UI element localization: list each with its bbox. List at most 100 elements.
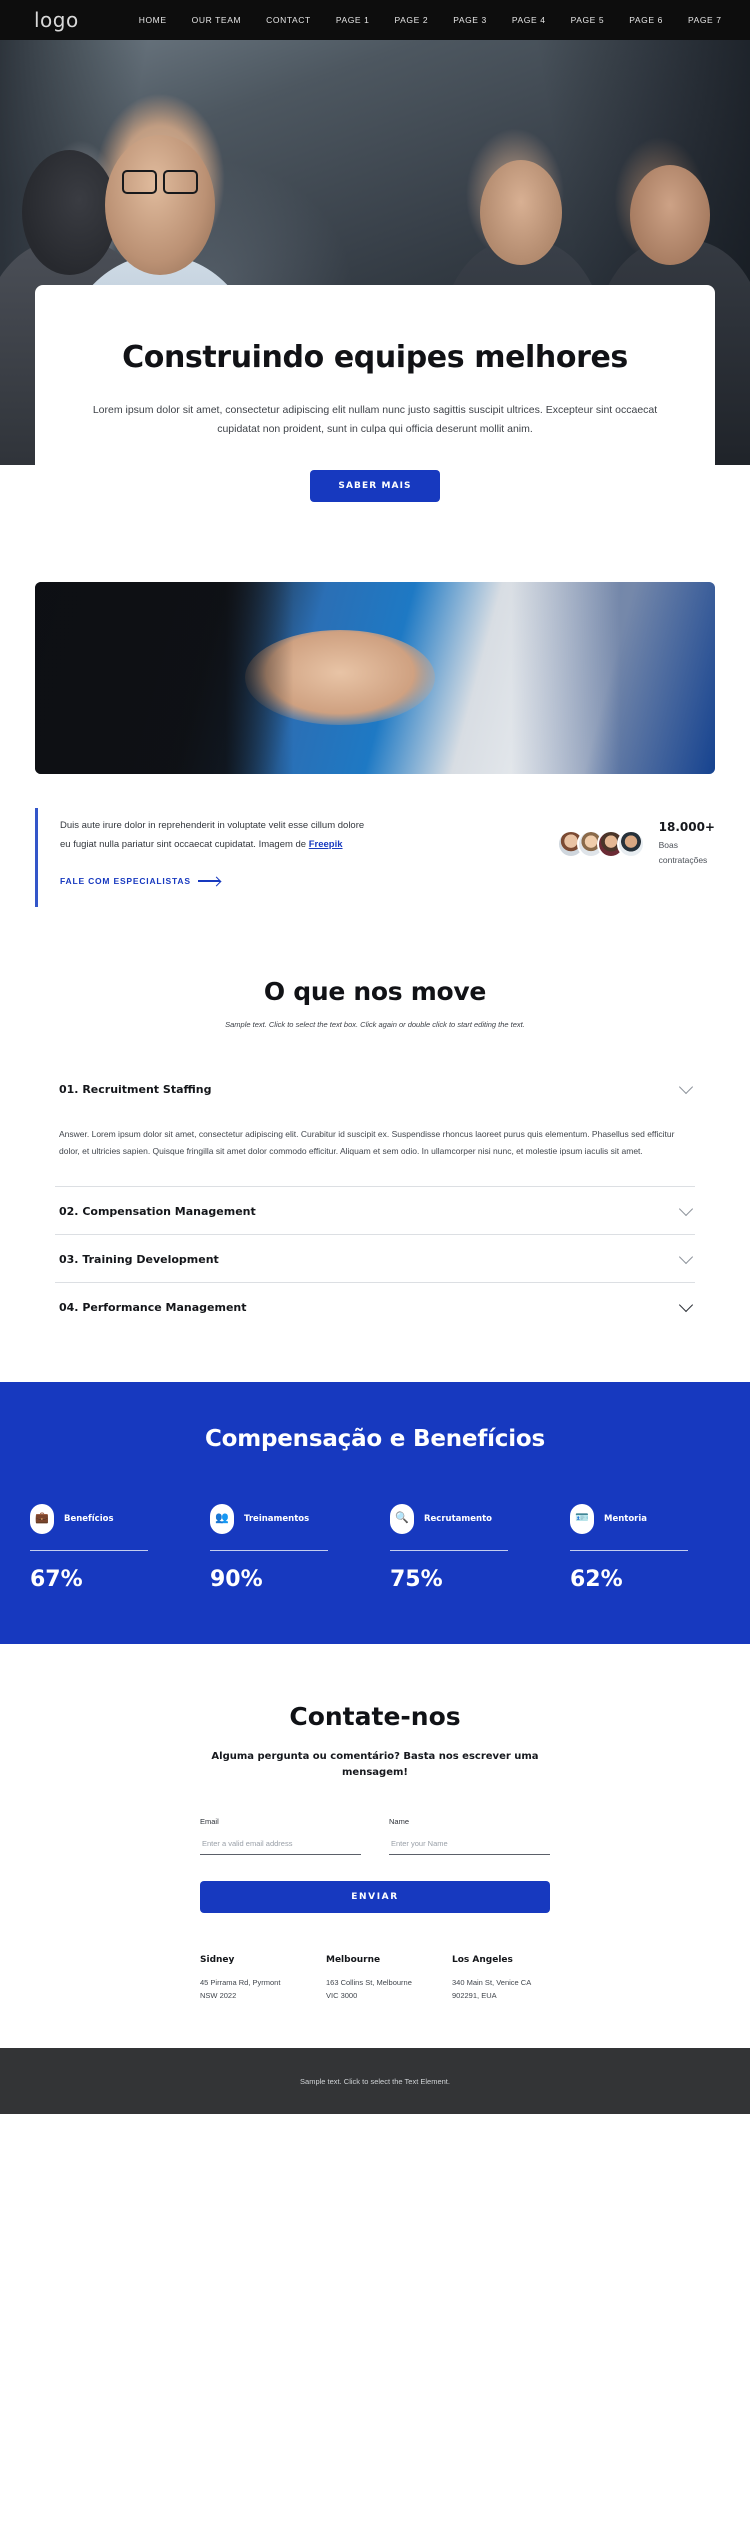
metric-value: 90% <box>210 1566 263 1592</box>
metric-top: 👥 Treinamentos <box>210 1503 360 1534</box>
hires-label: Boas contratações <box>659 838 715 868</box>
about-title: O que nos move <box>263 976 487 1006</box>
email-field[interactable] <box>200 1834 361 1855</box>
hero-person-midright-head <box>480 160 562 265</box>
office-city: Melbourne <box>326 1954 381 1965</box>
metric-mentoring: 🪪 Mentoria 62% <box>570 1503 720 1592</box>
contact-section: Contate-nos Alguma pergunta ou comentári… <box>0 1644 750 2002</box>
enviar-button[interactable]: ENVIAR <box>200 1880 550 1913</box>
chevron-down-icon[interactable] <box>678 1249 694 1264</box>
id-card-icon: 🪪 <box>570 1503 594 1534</box>
landing-page: logo HOME OUR TEAM CONTACT PAGE 1 PAGE 2… <box>0 0 750 2115</box>
hires-label-line1: Boas <box>658 839 678 850</box>
quote-text: Duis aute irure dolor in reprehenderit i… <box>60 816 365 854</box>
handshake-image-wrapper <box>35 581 715 774</box>
metric-benefits: 💼 Benefícios 67% <box>30 1503 180 1592</box>
metric-label: Recrutamento <box>424 1513 492 1524</box>
accordion-title-4: 04. Performance Management <box>59 1300 247 1314</box>
footer-text: Sample text. Click to select the Text El… <box>300 2076 450 2086</box>
metric-value: 75% <box>390 1566 443 1592</box>
accordion-item: 04. Performance Management <box>55 1283 695 1330</box>
nav-item-our-team[interactable]: OUR TEAM <box>192 15 242 25</box>
hires-label-line2: contratações <box>658 854 708 865</box>
quote-and-stats-row: Duis aute irure dolor in reprehenderit i… <box>35 807 715 907</box>
accordion-title-1: 01. Recruitment Staffing <box>59 1082 212 1096</box>
accordion-body-1: Answer. Lorem ipsum dolor sit amet, cons… <box>59 1128 675 1156</box>
metric-divider <box>390 1549 508 1551</box>
about-note: Sample text. Click to select the text bo… <box>225 1019 525 1029</box>
office-los-angeles: Los Angeles 340 Main St, Venice CA 90229… <box>452 1955 550 2002</box>
metric-label: Mentoria <box>604 1513 648 1524</box>
nav-item-page-2[interactable]: PAGE 2 <box>395 15 429 25</box>
page-footer: Sample text. Click to select the Text El… <box>0 2048 750 2115</box>
accordion-item: 03. Training Development <box>55 1235 695 1283</box>
page-title: Construindo equipes melhores <box>122 340 628 375</box>
contact-form: Email Name ENVIAR <box>200 1817 550 1913</box>
office-city: Sidney <box>200 1954 235 1965</box>
magnifier-person-icon: 🔍 <box>390 1503 414 1534</box>
accordion-header-2[interactable]: 02. Compensation Management <box>55 1187 695 1234</box>
hero-card: Construindo equipes melhores Lorem ipsum… <box>35 285 715 540</box>
hero-person-right-head <box>630 165 710 265</box>
freepik-link[interactable]: Freepik <box>309 839 343 850</box>
about-section-header: O que nos move Sample text. Click to sel… <box>0 977 750 1029</box>
metric-divider <box>210 1549 328 1551</box>
accordion-title-2: 02. Compensation Management <box>59 1204 256 1218</box>
nav-item-contact[interactable]: CONTACT <box>266 15 311 25</box>
metric-trainings: 👥 Treinamentos 90% <box>210 1503 360 1592</box>
metric-divider <box>30 1549 148 1551</box>
nav-item-home[interactable]: HOME <box>139 15 167 25</box>
metric-top: 💼 Benefícios <box>30 1503 180 1534</box>
chevron-down-icon[interactable] <box>678 1297 694 1312</box>
metric-top: 🪪 Mentoria <box>570 1503 720 1534</box>
accordion-item: 01. Recruitment Staffing Answer. Lorem i… <box>55 1065 695 1187</box>
offices-row: Sidney 45 Pirrama Rd, Pyrmont NSW 2022 M… <box>200 1955 550 2002</box>
site-logo[interactable]: logo <box>34 8 79 32</box>
fale-com-especialistas-link[interactable]: FALE COM ESPECIALISTAS <box>60 876 220 886</box>
metrics-row: 💼 Benefícios 67% 👥 Treinamentos 90% 🔍 Re… <box>30 1503 720 1592</box>
hero-paragraph: Lorem ipsum dolor sit amet, consectetur … <box>92 404 658 436</box>
office-address: 163 Collins St, Melbourne VIC 3000 <box>326 1977 412 2000</box>
office-city: Los Angeles <box>452 1954 513 1965</box>
chevron-down-icon[interactable] <box>678 1079 694 1094</box>
contact-title: Contate-nos <box>289 1701 461 1731</box>
nav-item-page-3[interactable]: PAGE 3 <box>453 15 487 25</box>
accordion-title-3: 03. Training Development <box>59 1252 219 1266</box>
metric-label: Benefícios <box>64 1513 114 1524</box>
metric-divider <box>570 1549 688 1551</box>
office-address: 340 Main St, Venice CA 902291, EUA <box>452 1977 531 2000</box>
hires-stat-group: 18.000+ Boas contratações <box>556 808 715 868</box>
hero-person-main-head <box>105 135 215 275</box>
nav-item-page-4[interactable]: PAGE 4 <box>512 15 546 25</box>
office-address: 45 Pirrama Rd, Pyrmont NSW 2022 <box>200 1977 281 2000</box>
contact-subtitle: Alguma pergunta ou comentário? Basta nos… <box>211 1750 539 1778</box>
form-fields-row: Email Name <box>200 1817 550 1855</box>
nav-item-page-5[interactable]: PAGE 5 <box>571 15 605 25</box>
handshake-photo <box>35 581 715 774</box>
people-group-icon: 👥 <box>210 1503 234 1534</box>
name-label: Name <box>389 1816 410 1826</box>
accordion-item: 02. Compensation Management <box>55 1187 695 1235</box>
email-label: Email <box>200 1816 219 1826</box>
accordion-header-4[interactable]: 04. Performance Management <box>55 1283 695 1330</box>
name-field-group: Name <box>389 1817 550 1855</box>
metric-value: 62% <box>570 1566 623 1592</box>
hires-count: 18.000+ <box>658 819 715 834</box>
chevron-down-icon[interactable] <box>678 1201 694 1216</box>
nav-item-page-7[interactable]: PAGE 7 <box>688 15 722 25</box>
accordion-header-1[interactable]: 01. Recruitment Staffing <box>55 1065 695 1112</box>
office-sidney: Sidney 45 Pirrama Rd, Pyrmont NSW 2022 <box>200 1955 298 2002</box>
nav-item-page-6[interactable]: PAGE 6 <box>629 15 663 25</box>
metric-value: 67% <box>30 1566 83 1592</box>
name-field[interactable] <box>389 1834 550 1855</box>
avatar-stack <box>556 829 645 858</box>
nav-item-page-1[interactable]: PAGE 1 <box>336 15 370 25</box>
quote-block: Duis aute irure dolor in reprehenderit i… <box>35 807 365 907</box>
hero-person-left-head <box>22 150 117 275</box>
arrow-right-icon <box>197 880 220 882</box>
accordion-header-3[interactable]: 03. Training Development <box>55 1235 695 1282</box>
faq-accordion: 01. Recruitment Staffing Answer. Lorem i… <box>55 1065 695 1330</box>
metric-label: Treinamentos <box>244 1513 310 1524</box>
email-field-group: Email <box>200 1817 361 1855</box>
saber-mais-button[interactable]: SABER MAIS <box>310 469 440 502</box>
